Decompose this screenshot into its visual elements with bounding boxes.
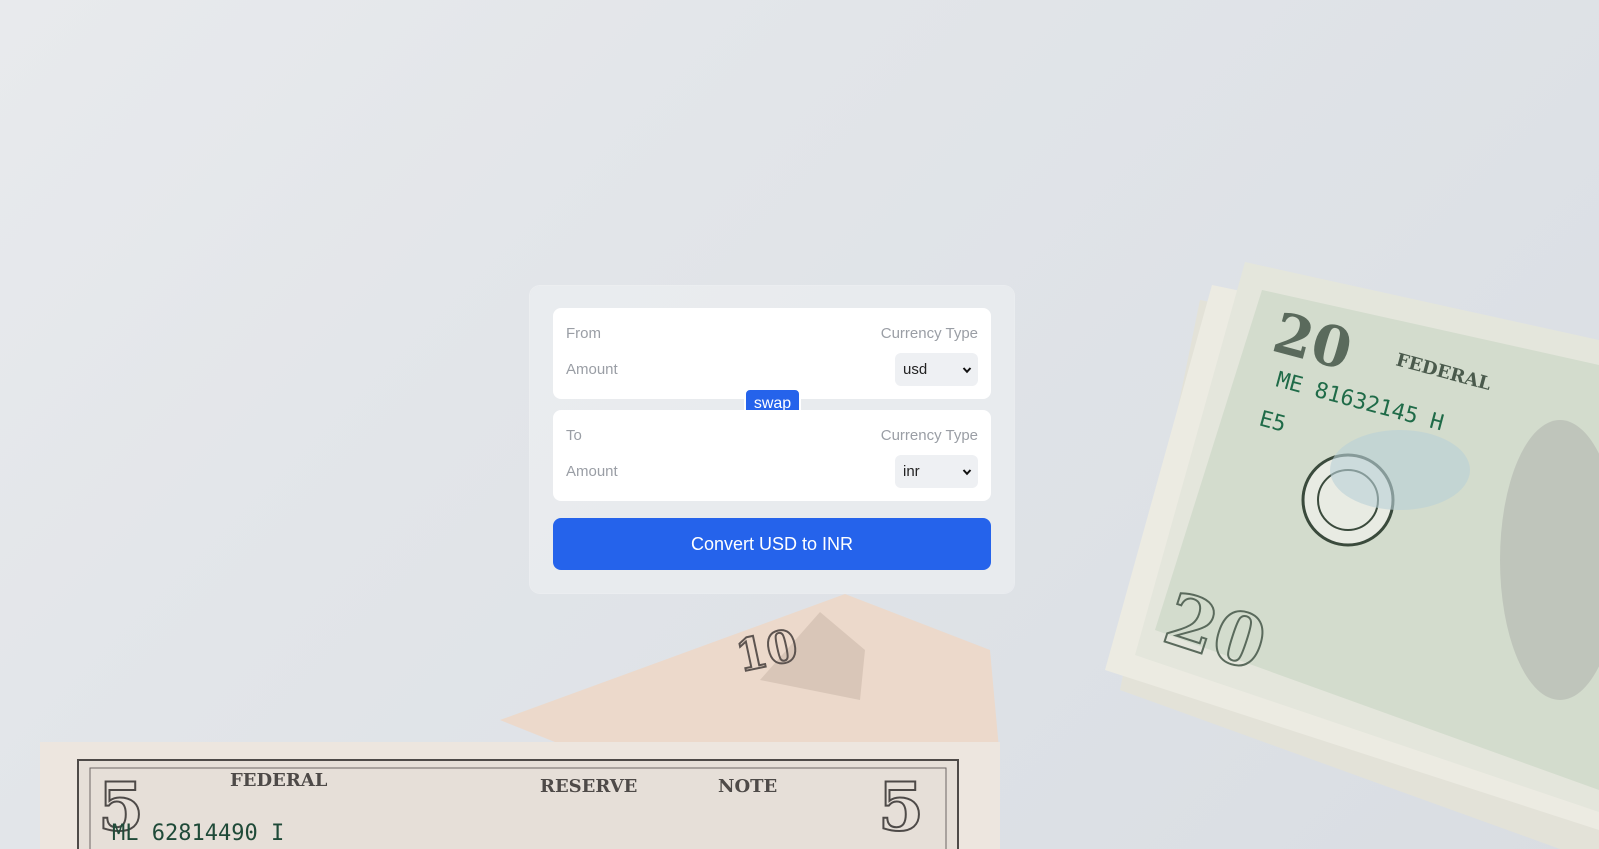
- to-amount-input[interactable]: [566, 460, 866, 482]
- to-currency-type-label: Currency Type: [880, 427, 978, 444]
- from-currency-select[interactable]: usd: [895, 353, 978, 386]
- to-label: To: [566, 427, 582, 444]
- from-currency-value: usd: [903, 361, 928, 378]
- five-serial: ML 62814490 I: [112, 821, 284, 846]
- to-panel: To Currency Type inr: [553, 410, 991, 501]
- to-currency-value: inr: [903, 463, 920, 480]
- ten-dollar-bill: 10: [500, 594, 1000, 760]
- to-currency-select[interactable]: inr: [895, 455, 978, 488]
- twenty-dollar-bills: 20 ME 81632145 H E5 FEDERAL 20: [1105, 262, 1599, 849]
- convert-button[interactable]: Convert USD to INR: [553, 518, 991, 570]
- chevron-down-icon: [962, 367, 972, 374]
- five-reserve: RESERVE: [540, 776, 637, 797]
- five-dollar-bill: 5 5 FEDERAL RESERVE NOTE ML 62814490 I: [40, 742, 1000, 849]
- from-label: From: [566, 325, 601, 342]
- from-panel: From Currency Type usd: [553, 308, 991, 399]
- five-note: NOTE: [718, 776, 777, 797]
- currency-converter-card: From Currency Type usd swap To Currency …: [530, 286, 1014, 593]
- chevron-down-icon: [962, 469, 972, 476]
- svg-text:5: 5: [878, 768, 924, 846]
- from-currency-type-label: Currency Type: [880, 325, 978, 342]
- from-amount-input[interactable]: [566, 358, 866, 380]
- five-federal: FEDERAL: [230, 770, 328, 791]
